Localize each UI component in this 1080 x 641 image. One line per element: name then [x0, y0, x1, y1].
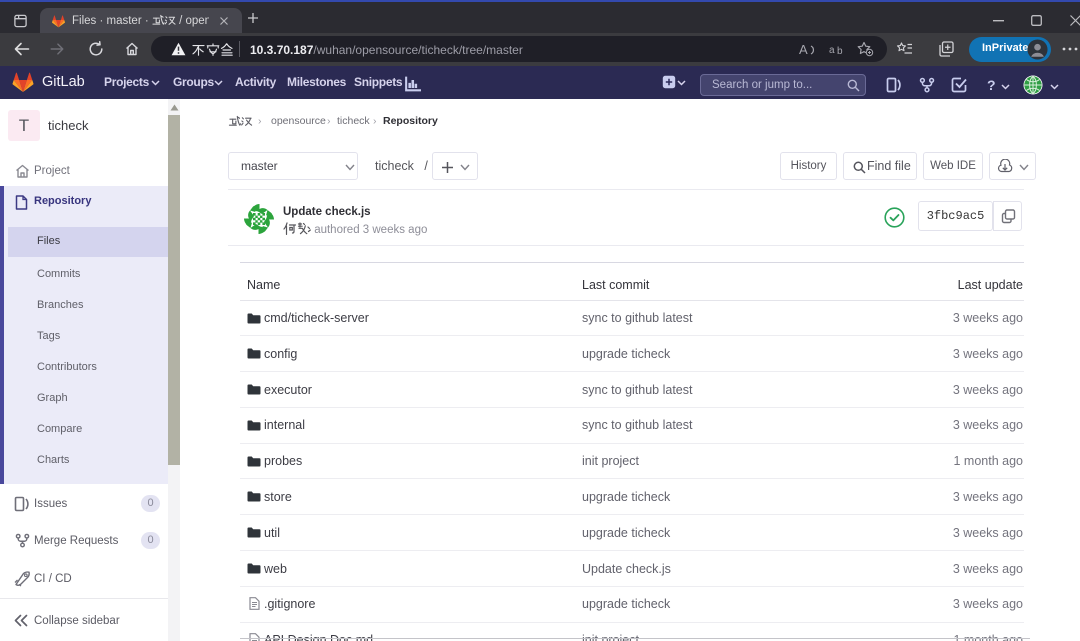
svg-text:A: A [799, 42, 808, 57]
svg-text:a: a [829, 45, 835, 56]
svg-text:b: b [837, 46, 843, 56]
svg-text:?: ? [987, 77, 996, 93]
